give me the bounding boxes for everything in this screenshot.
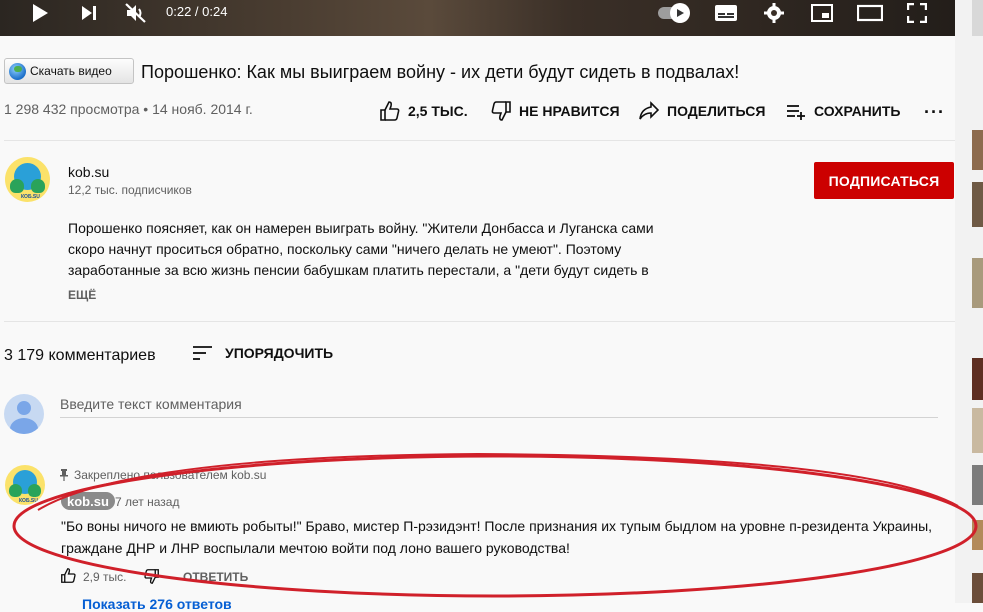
fullscreen-icon[interactable] — [904, 3, 930, 23]
recommendation-thumbnail[interactable] — [972, 358, 983, 400]
settings-icon[interactable] — [762, 3, 786, 23]
thumb-up-icon — [380, 101, 400, 121]
like-count: 2,5 ТЫС. — [408, 103, 468, 119]
dislike-label: НЕ НРАВИТСЯ — [519, 103, 620, 119]
comment-input[interactable]: Введите текст комментария — [60, 396, 242, 412]
subtitles-icon[interactable] — [713, 3, 739, 23]
sort-comments-button[interactable]: УПОРЯДОЧИТЬ — [193, 345, 333, 361]
current-user-avatar — [4, 394, 44, 434]
globe-icon — [9, 62, 26, 80]
description-line: заработанные за всю жизнь пенсии бабушка… — [68, 262, 649, 278]
sort-label: УПОРЯДОЧИТЬ — [225, 345, 334, 361]
video-time: 0:22 / 0:24 — [166, 4, 228, 19]
thumb-down-icon — [491, 101, 511, 121]
recommendation-thumbnail[interactable] — [972, 130, 983, 170]
download-video-button[interactable]: Скачать видео — [4, 58, 134, 84]
play-icon[interactable] — [28, 3, 52, 23]
channel-name[interactable]: kob.su — [68, 164, 109, 180]
description-line: скоро начнут проситься обратно, поскольк… — [68, 241, 622, 257]
more-icon[interactable]: ··· — [924, 102, 945, 123]
video-description: Порошенко поясняет, как он намерен выигр… — [68, 218, 678, 281]
autoplay-play-icon[interactable] — [670, 3, 690, 23]
download-video-label: Скачать видео — [30, 64, 112, 78]
channel-avatar[interactable]: КОБ.SU — [5, 157, 50, 202]
recommendation-thumbnail[interactable] — [972, 258, 983, 308]
dislike-button[interactable]: НЕ НРАВИТСЯ — [491, 101, 620, 121]
save-playlist-icon — [787, 105, 805, 120]
mute-icon[interactable] — [123, 3, 149, 23]
description-line: Порошенко поясняет, как он намерен выигр… — [68, 220, 654, 236]
like-button[interactable]: 2,5 ТЫС. — [380, 101, 468, 121]
video-title: Порошенко: Как мы выиграем войну - их де… — [141, 62, 740, 82]
save-label: СОХРАНИТЬ — [814, 103, 901, 119]
theater-icon[interactable] — [856, 3, 884, 23]
save-button[interactable]: СОХРАНИТЬ — [786, 101, 900, 121]
show-more-button[interactable]: ЕЩЁ — [68, 288, 96, 302]
subscriber-count: 12,2 тыс. подписчиков — [68, 183, 192, 197]
next-icon[interactable] — [77, 3, 101, 23]
share-label: ПОДЕЛИТЬСЯ — [667, 103, 766, 119]
divider — [4, 140, 955, 141]
share-icon — [639, 101, 659, 120]
red-ellipse-annotation — [12, 452, 978, 598]
miniplayer-icon[interactable] — [809, 3, 835, 23]
subscribe-button[interactable]: ПОДПИСАТЬСЯ — [814, 162, 954, 199]
recommendation-thumbnail[interactable] — [972, 182, 983, 227]
comment-input-underline — [60, 417, 938, 418]
divider — [4, 321, 955, 322]
recommendation-thumbnail[interactable] — [972, 0, 983, 36]
share-button[interactable]: ПОДЕЛИТЬСЯ — [639, 101, 765, 121]
comment-count: 3 179 комментариев — [4, 347, 156, 364]
video-views-date: 1 298 432 просмотра • 14 нояб. 2014 г. — [4, 101, 253, 117]
sort-icon — [193, 346, 212, 360]
